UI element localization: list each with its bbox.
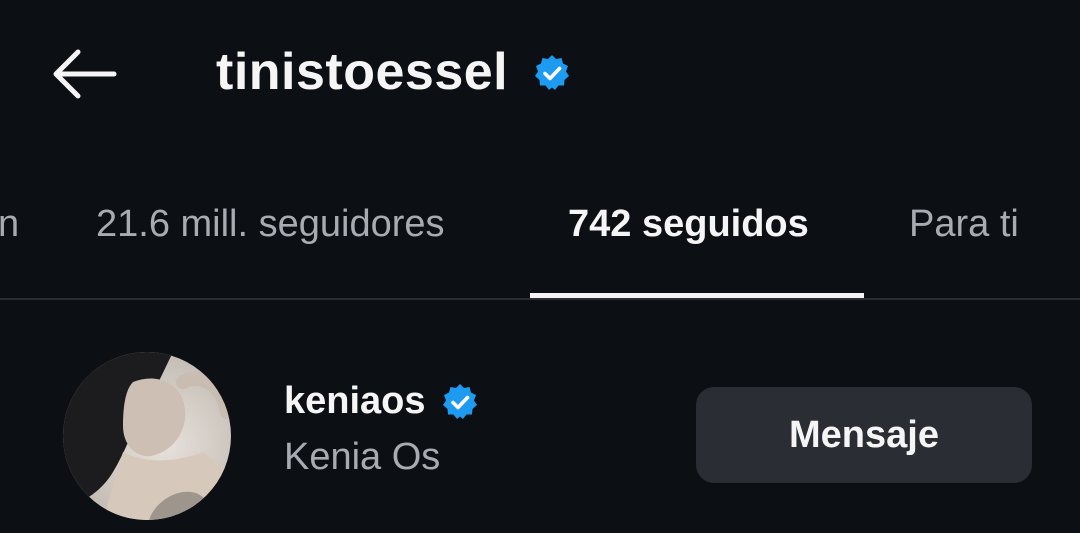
tab-for-you[interactable]: Para ti [909,203,1019,246]
back-button[interactable] [48,42,120,106]
arrow-left-icon [53,49,117,99]
avatar[interactable] [63,352,231,520]
tab-followers[interactable]: 21.6 mill. seguidores [96,203,445,246]
avatar-photo [63,352,231,520]
list-item[interactable]: keniaos Kenia Os Mensaje [0,330,1080,533]
message-button[interactable]: Mensaje [696,387,1032,483]
verified-badge-icon [442,383,477,419]
username-line: keniaos [284,380,480,423]
tab-following[interactable]: 742 seguidos [568,203,809,246]
profile-title: tinistoessel [216,36,572,108]
top-bar: tinistoessel [0,0,1080,150]
profile-username: tinistoessel [216,43,509,101]
verified-badge-icon [535,55,570,90]
follow-tabs: n 21.6 mill. seguidores 742 seguidos Par… [0,185,1080,301]
list-item-username[interactable]: keniaos [284,380,426,423]
tabs-divider [0,298,1080,300]
list-item-full-name: Kenia Os [284,436,441,478]
tab-partial[interactable]: n [0,203,19,246]
